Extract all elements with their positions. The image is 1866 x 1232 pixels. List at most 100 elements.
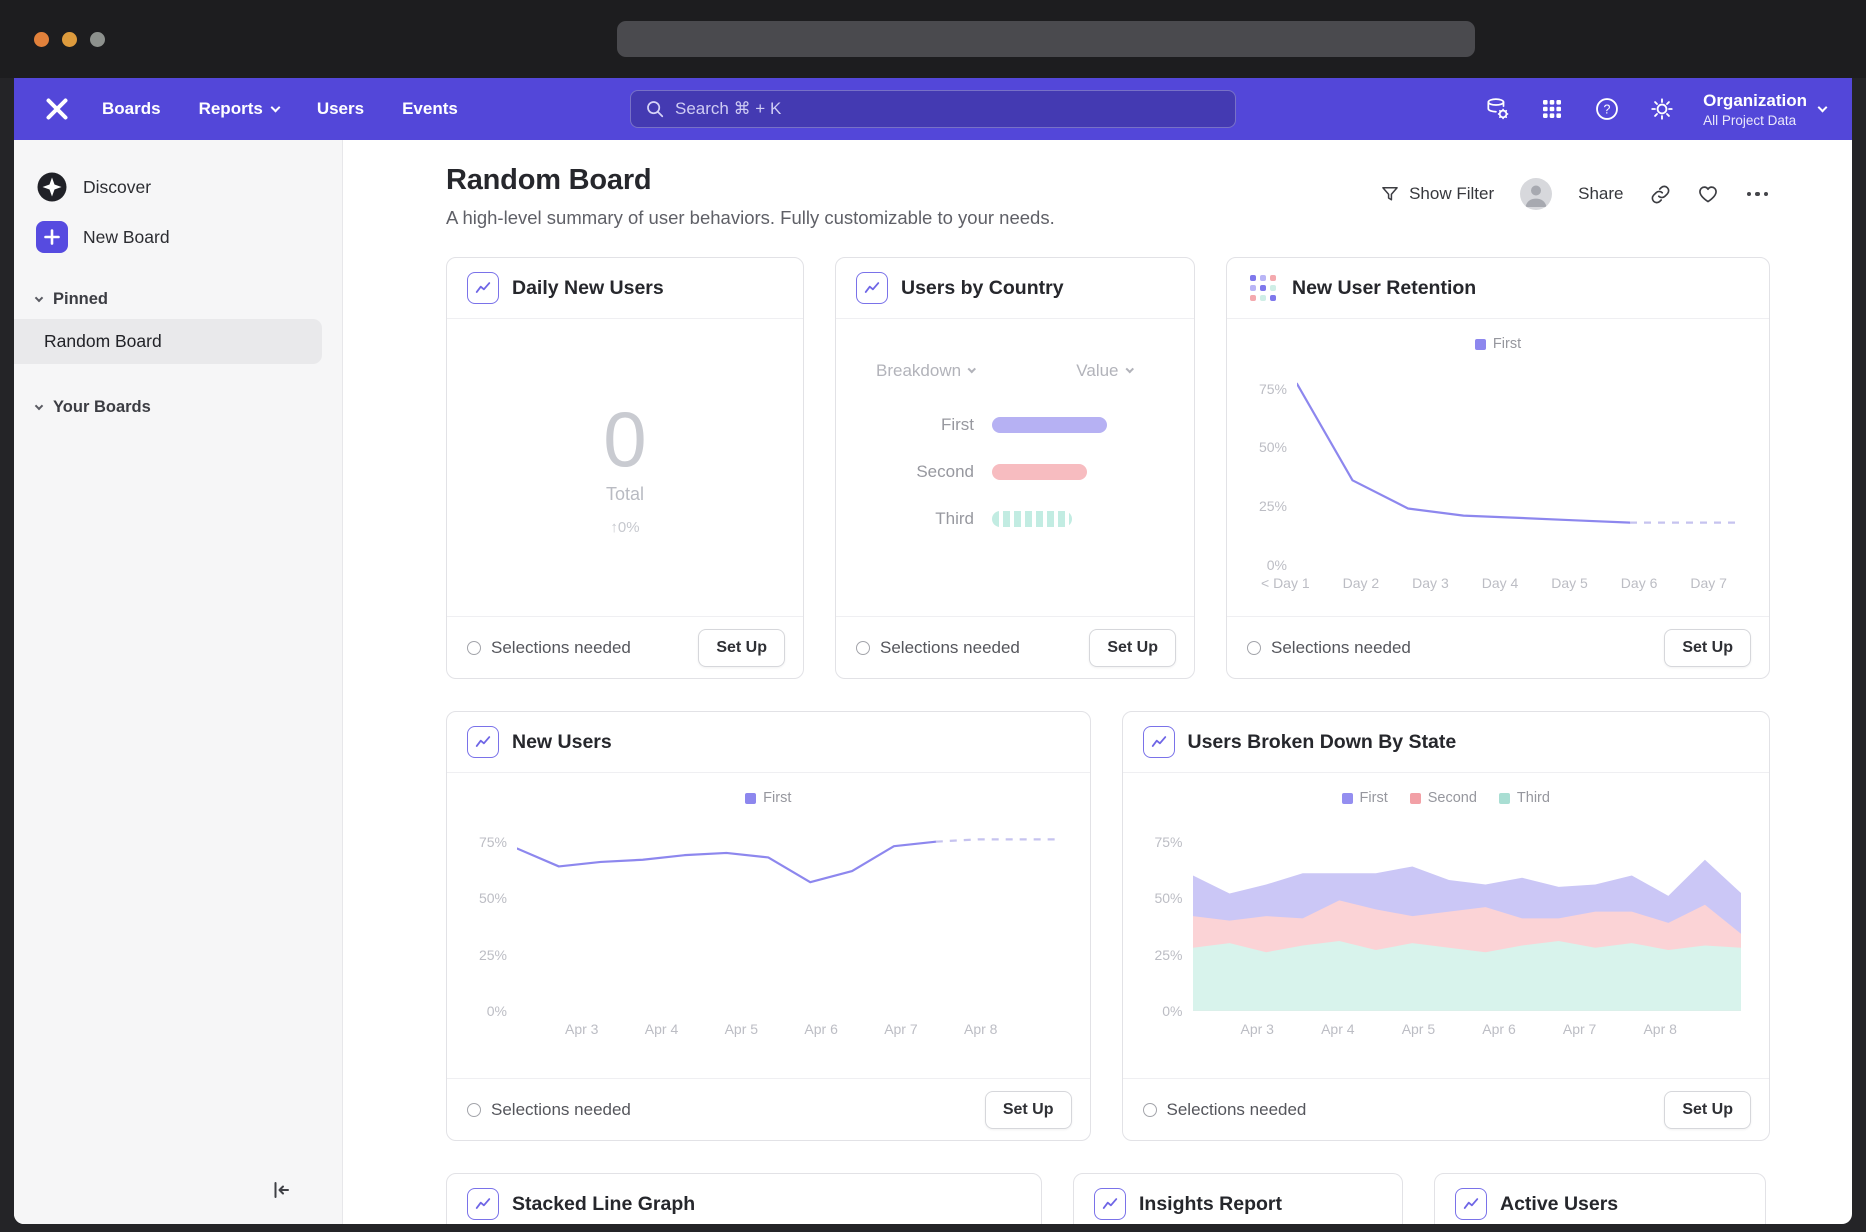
apps-grid-icon[interactable]: [1538, 95, 1566, 123]
legend-swatch: [1410, 793, 1421, 804]
sidebar-item-label: New Board: [83, 227, 170, 248]
card-grid: Daily New Users 0 Total ↑0% Selections n…: [446, 257, 1770, 1224]
card-users-by-country: Users by Country Breakdown Value First: [835, 257, 1195, 679]
chart-legend: First: [1227, 335, 1769, 353]
set-up-button[interactable]: Set Up: [1664, 629, 1751, 667]
nav-item-reports[interactable]: Reports: [199, 99, 279, 119]
zoom-window-button[interactable]: [90, 32, 105, 47]
close-window-button[interactable]: [34, 32, 49, 47]
insight-chart-icon: [467, 272, 499, 304]
state-stacked-area-chart: [1193, 819, 1742, 1011]
top-nav: Boards Reports Users Events: [14, 78, 1852, 140]
avatar[interactable]: [1520, 178, 1552, 210]
heart-icon: [1697, 183, 1719, 205]
nav-item-users[interactable]: Users: [317, 99, 364, 119]
set-up-button[interactable]: Set Up: [1664, 1091, 1751, 1129]
country-row: Third: [836, 509, 1194, 529]
more-options-button[interactable]: [1745, 186, 1771, 203]
svg-text:?: ?: [1604, 103, 1611, 117]
sidebar-item-random-board[interactable]: Random Board: [14, 319, 322, 364]
sidebar-item-new-board[interactable]: New Board: [14, 212, 342, 262]
traffic-lights: [34, 32, 105, 47]
insight-chart-icon: [1455, 1188, 1487, 1220]
empty-circle-icon: [1143, 1103, 1157, 1117]
card-title: Insights Report: [1139, 1193, 1282, 1216]
chart-legend: First: [447, 789, 1090, 807]
card-stacked-line-graph: Stacked Line Graph: [446, 1173, 1042, 1224]
bar-first: [992, 417, 1107, 433]
legend-swatch: [745, 793, 756, 804]
chevron-down-icon: [270, 102, 280, 112]
show-filter-button[interactable]: Show Filter: [1380, 184, 1494, 204]
sidebar-section-pinned[interactable]: Pinned: [14, 280, 342, 319]
set-up-button[interactable]: Set Up: [985, 1091, 1072, 1129]
country-row: First: [836, 415, 1194, 435]
country-row: Second: [836, 462, 1194, 482]
settings-gear-icon[interactable]: [1648, 95, 1676, 123]
board-header: Random Board A high-level summary of use…: [446, 164, 1770, 229]
address-bar[interactable]: [617, 21, 1475, 57]
card-row-1: Daily New Users 0 Total ↑0% Selections n…: [446, 257, 1770, 679]
card-title: Daily New Users: [512, 277, 664, 300]
collapse-left-icon: [268, 1178, 292, 1202]
chevron-down-icon: [35, 293, 43, 301]
screen: Boards Reports Users Events: [0, 0, 1866, 1232]
global-search: [630, 90, 1236, 128]
org-name: Organization: [1703, 91, 1807, 111]
main-content: Random Board A high-level summary of use…: [343, 140, 1852, 1224]
card-new-user-retention: New User Retention First 75% 50%: [1226, 257, 1770, 679]
copy-link-button[interactable]: [1650, 184, 1671, 205]
sidebar-collapse-button[interactable]: [264, 1174, 296, 1206]
sidebar-section-your-boards[interactable]: Your Boards: [14, 388, 342, 427]
share-button[interactable]: Share: [1578, 184, 1623, 204]
chevron-down-icon: [1818, 102, 1828, 112]
insight-chart-icon: [467, 1188, 499, 1220]
card-title: Users Broken Down By State: [1188, 731, 1457, 754]
card-title: Stacked Line Graph: [512, 1193, 695, 1216]
funnel-icon: [1380, 184, 1400, 204]
status-selections-needed: Selections needed: [1247, 638, 1411, 658]
card-row-2: New Users First 75% 50%: [446, 711, 1770, 1141]
card-title: New User Retention: [1292, 277, 1476, 300]
legend-swatch: [1342, 793, 1353, 804]
legend-swatch: [1499, 793, 1510, 804]
nav-items: Boards Reports Users Events: [102, 99, 458, 119]
breakdown-dropdown[interactable]: Breakdown: [876, 361, 975, 381]
chevron-down-icon: [35, 401, 43, 409]
app-body: Discover New Board Pinned Random Board Y…: [14, 140, 1852, 1224]
card-daily-new-users: Daily New Users 0 Total ↑0% Selections n…: [446, 257, 804, 679]
org-switcher[interactable]: Organization All Project Data: [1703, 91, 1826, 128]
empty-circle-icon: [467, 1103, 481, 1117]
search-input[interactable]: [675, 99, 1221, 119]
empty-circle-icon: [1247, 641, 1261, 655]
data-management-icon[interactable]: [1483, 95, 1511, 123]
help-icon[interactable]: ?: [1593, 95, 1621, 123]
app-window: Boards Reports Users Events: [14, 78, 1852, 1224]
discover-icon: [36, 171, 68, 203]
section-label: Your Boards: [53, 398, 151, 417]
nav-item-events[interactable]: Events: [402, 99, 458, 119]
search-icon: [645, 99, 665, 119]
card-new-users: New Users First 75% 50%: [446, 711, 1091, 1141]
value-dropdown[interactable]: Value: [1076, 361, 1132, 381]
empty-circle-icon: [467, 641, 481, 655]
bar-second: [992, 464, 1087, 480]
status-selections-needed: Selections needed: [856, 638, 1020, 658]
retention-line-chart: [1297, 365, 1741, 565]
sidebar-item-discover[interactable]: Discover: [14, 162, 342, 212]
chevron-down-icon: [968, 365, 976, 373]
insight-chart-icon: [856, 272, 888, 304]
new-users-line-chart: [517, 819, 1062, 1011]
minimize-window-button[interactable]: [62, 32, 77, 47]
set-up-button[interactable]: Set Up: [1089, 629, 1176, 667]
set-up-button[interactable]: Set Up: [698, 629, 785, 667]
sidebar: Discover New Board Pinned Random Board Y…: [14, 140, 343, 1224]
mixpanel-logo-icon[interactable]: [40, 92, 74, 126]
card-active-users: Active Users: [1434, 1173, 1766, 1224]
metric-value: 0: [603, 400, 646, 478]
favorite-button[interactable]: [1697, 183, 1719, 205]
card-title: Active Users: [1500, 1193, 1618, 1216]
nav-item-boards[interactable]: Boards: [102, 99, 161, 119]
card-row-3: Stacked Line Graph Insights Report: [446, 1173, 1770, 1224]
card-title: New Users: [512, 731, 612, 754]
